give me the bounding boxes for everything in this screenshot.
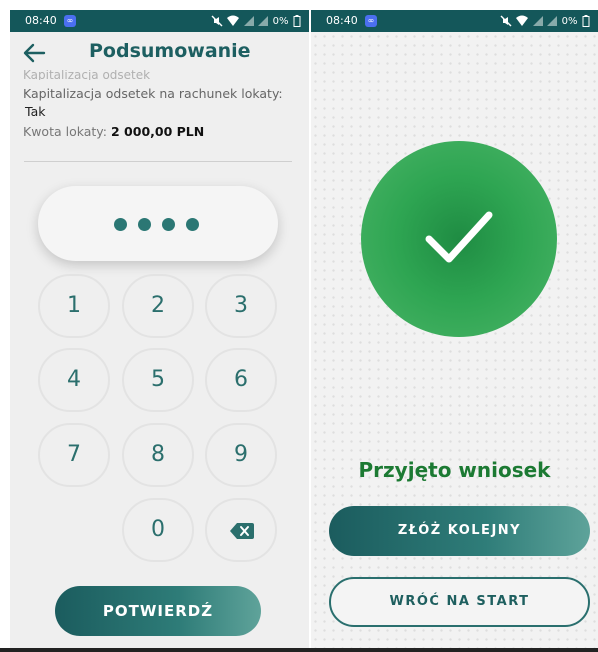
battery-percent: 0% — [272, 16, 289, 27]
key-5[interactable]: 5 — [122, 348, 194, 412]
amount-label: Kwota lokaty: — [23, 124, 108, 139]
signal-2-icon — [258, 16, 269, 26]
bottom-edge — [0, 648, 598, 652]
status-bar: 08:40 ∞ 0% — [311, 10, 598, 32]
status-time: 08:40 — [25, 14, 57, 27]
checkmark-icon — [425, 211, 493, 263]
submit-another-button[interactable]: ZŁÓŻ KOLEJNY — [329, 506, 590, 556]
pin-dot — [138, 218, 151, 231]
status-icons: 0% — [211, 10, 301, 33]
back-to-start-button[interactable]: WRÓĆ NA START — [329, 577, 590, 627]
battery-icon — [582, 15, 590, 27]
signal-icon — [532, 16, 543, 26]
key-3[interactable]: 3 — [205, 274, 277, 338]
success-badge — [361, 141, 557, 337]
capitalization-value: Tak — [25, 104, 46, 119]
signal-icon — [243, 16, 254, 26]
app-notification-icon: ∞ — [64, 15, 76, 27]
confirm-button[interactable]: POTWIERDŹ — [55, 586, 261, 636]
pin-dots — [114, 216, 210, 231]
key-2[interactable]: 2 — [122, 274, 194, 338]
wifi-icon — [516, 15, 529, 26]
status-icons: 0% — [500, 10, 590, 33]
pin-dot — [162, 218, 175, 231]
battery-percent: 0% — [561, 16, 578, 27]
pin-dot — [186, 218, 199, 231]
battery-icon — [293, 15, 301, 27]
pin-screen: 08:40 ∞ 0% Podsumowanie Kapitalizacja od… — [10, 10, 309, 648]
page-title: Podsumowanie — [89, 40, 251, 62]
status-bar: 08:40 ∞ 0% — [10, 10, 309, 32]
key-4[interactable]: 4 — [38, 348, 110, 412]
pin-display — [38, 186, 278, 261]
pin-dot — [114, 218, 127, 231]
faded-summary-text: Kapitalizacja odsetek — [23, 70, 151, 80]
app-bar: Podsumowanie — [10, 32, 309, 74]
amount-value: 2 000,00 PLN — [111, 124, 205, 139]
summary-sheet: Kapitalizacja odsetek Kapitalizacja odse… — [10, 70, 309, 194]
back-arrow-icon — [23, 43, 46, 63]
deposit-amount: Kwota lokaty: 2 000,00 PLN — [23, 124, 204, 139]
app-notification-icon: ∞ — [365, 15, 377, 27]
key-6[interactable]: 6 — [205, 348, 277, 412]
back-button[interactable] — [22, 42, 46, 64]
key-0[interactable]: 0 — [122, 498, 194, 562]
backspace-key[interactable] — [205, 498, 277, 562]
key-1[interactable]: 1 — [38, 274, 110, 338]
key-8[interactable]: 8 — [122, 423, 194, 487]
status-time: 08:40 — [326, 14, 358, 27]
mute-icon — [211, 15, 223, 27]
backspace-icon — [230, 523, 254, 539]
key-7[interactable]: 7 — [38, 423, 110, 487]
capitalization-label: Kapitalizacja odsetek na rachunek lokaty… — [23, 86, 283, 101]
wifi-icon — [227, 15, 240, 26]
result-title: Przyjęto wniosek — [358, 458, 551, 482]
key-9[interactable]: 9 — [205, 423, 277, 487]
success-screen: 08:40 ∞ 0% Przyjęto wniosek ZŁÓŻ KOLEJNY… — [311, 10, 598, 648]
mute-icon — [500, 15, 512, 27]
divider — [24, 161, 292, 162]
signal-2-icon — [547, 16, 558, 26]
